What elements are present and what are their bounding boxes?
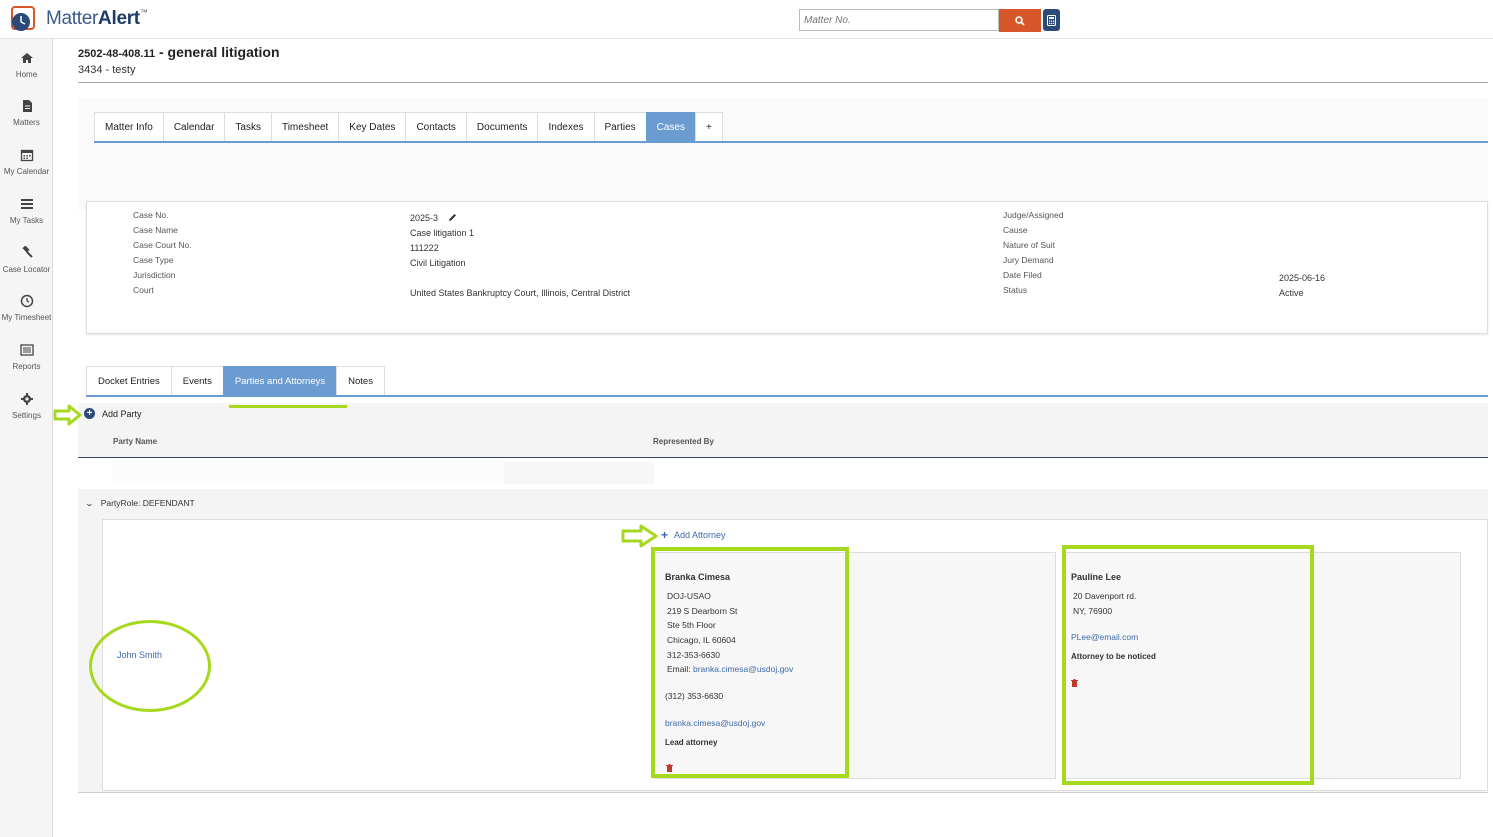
sidebar-item-my-timesheet[interactable]: My Timesheet xyxy=(0,294,53,322)
sidebar-item-label: Settings xyxy=(12,411,41,420)
logo-clock-icon xyxy=(11,6,35,31)
home-icon xyxy=(20,53,33,63)
tab-key-dates[interactable]: Key Dates xyxy=(338,112,406,142)
tab-events[interactable]: Events xyxy=(170,366,223,396)
tab-indexes[interactable]: Indexes xyxy=(537,112,594,142)
label-status: Status xyxy=(1003,285,1028,295)
column-header-party-name[interactable]: Party Name xyxy=(113,437,157,446)
sub-tabs-underline xyxy=(86,395,1488,397)
sidebar-item-label: Reports xyxy=(12,362,41,371)
sidebar-item-label: Matters xyxy=(13,118,40,127)
document-icon xyxy=(22,100,32,112)
tab-contacts[interactable]: Contacts xyxy=(405,112,466,142)
tab-tasks[interactable]: Tasks xyxy=(224,112,271,142)
matter-search-input[interactable] xyxy=(799,9,999,31)
label-jury-demand: Jury Demand xyxy=(1003,255,1054,265)
value-case-type: Civil Litigation xyxy=(410,258,466,268)
calendar-icon xyxy=(20,149,33,162)
value-case-name: Case litigation 1 xyxy=(410,228,475,238)
label-date-filed: Date Filed xyxy=(1003,270,1042,280)
matter-title: - general litigation xyxy=(155,44,280,60)
highlight-arrow-icon xyxy=(621,524,658,548)
chevron-down-icon: ⌄ xyxy=(84,498,95,508)
highlight-underline xyxy=(229,405,347,408)
add-party-button[interactable]: + Add Party xyxy=(84,408,142,419)
add-attorney-button[interactable]: + Add Attorney xyxy=(661,528,726,542)
top-bar: MatterAlert™ xyxy=(0,0,1493,39)
label-case-type: Case Type xyxy=(133,255,174,265)
label-nature-of-suit: Nature of Suit xyxy=(1003,240,1055,250)
value-case-court-no: 111222 xyxy=(410,243,439,253)
sidebar-item-label: My Timesheet xyxy=(1,313,52,322)
logo-text: MatterAlert™ xyxy=(46,8,148,29)
case-sub-tabs: Docket Entries Events Parties and Attorn… xyxy=(86,366,385,396)
tab-calendar[interactable]: Calendar xyxy=(162,112,225,142)
tab-matter-info[interactable]: Matter Info xyxy=(94,112,163,142)
value-case-no: 2025-3 xyxy=(410,213,439,223)
tab-cases[interactable]: Cases xyxy=(645,112,695,142)
tab-timesheet[interactable]: Timesheet xyxy=(270,112,339,142)
pencil-icon[interactable] xyxy=(448,213,457,222)
value-status: Active xyxy=(1279,288,1304,298)
table-row xyxy=(78,458,1488,489)
sidebar-item-my-calendar[interactable]: My Calendar xyxy=(0,148,53,176)
gavel-icon xyxy=(21,246,33,258)
sidebar-item-settings[interactable]: Settings xyxy=(0,392,53,420)
add-attorney-label: Add Attorney xyxy=(674,530,726,540)
calculator-icon xyxy=(1047,14,1056,26)
tasks-icon xyxy=(20,199,33,209)
tab-documents[interactable]: Documents xyxy=(465,112,538,142)
label-court: Court xyxy=(133,285,154,295)
label-case-no: Case No. xyxy=(133,210,169,220)
highlight-rectangle xyxy=(1062,545,1314,785)
column-header-represented-by[interactable]: Represented By xyxy=(653,437,714,446)
highlight-circle xyxy=(89,620,211,712)
matter-header: 2502-48-408.11 - general litigation 3434… xyxy=(78,44,280,76)
case-details-card: Case No. Case Name Case Court No. Case T… xyxy=(86,201,1488,334)
matter-subtitle: 3434 - testy xyxy=(78,64,136,76)
label-judge: Judge/Assigned xyxy=(1003,210,1064,220)
sidebar-item-label: My Calendar xyxy=(3,167,50,176)
label-cause: Cause xyxy=(1003,225,1028,235)
value-date-filed: 2025-06-16 xyxy=(1279,273,1326,283)
tab-parties[interactable]: Parties xyxy=(593,112,646,142)
sidebar: Home Matters My Calendar My Tasks Case L… xyxy=(0,39,53,837)
tab-parties-and-attorneys[interactable]: Parties and Attorneys xyxy=(222,366,337,396)
calculator-button[interactable] xyxy=(1043,9,1060,31)
tab-notes[interactable]: Notes xyxy=(336,366,385,396)
tab-add[interactable]: + xyxy=(695,112,723,142)
highlight-arrow-icon xyxy=(53,404,82,426)
add-party-label: Add Party xyxy=(102,408,142,419)
plus-icon: + xyxy=(661,528,669,542)
label-case-court-no: Case Court No. xyxy=(133,240,192,250)
label-jurisdiction: Jurisdiction xyxy=(133,270,176,280)
label-case-name: Case Name xyxy=(133,225,178,235)
party-role-group-toggle[interactable]: ⌄ PartyRole: DEFENDANT xyxy=(84,498,195,508)
gear-icon xyxy=(20,393,33,405)
sidebar-item-case-locator[interactable]: Case Locator xyxy=(0,246,53,274)
sidebar-item-my-tasks[interactable]: My Tasks xyxy=(0,197,53,225)
highlight-rectangle xyxy=(651,547,849,778)
party-role-label: PartyRole: DEFENDANT xyxy=(100,498,195,508)
sidebar-item-label: Case Locator xyxy=(2,265,51,274)
header-divider xyxy=(78,82,1488,83)
sidebar-item-label: Home xyxy=(15,70,38,79)
clock-icon xyxy=(20,294,33,308)
app-logo[interactable]: MatterAlert™ xyxy=(8,5,148,33)
search-button[interactable] xyxy=(999,9,1041,32)
sidebar-item-matters[interactable]: Matters xyxy=(0,99,53,127)
plus-circle-icon: + xyxy=(84,408,95,419)
matter-search xyxy=(799,9,1060,32)
sidebar-item-label: My Tasks xyxy=(9,216,44,225)
sidebar-item-reports[interactable]: Reports xyxy=(0,343,53,371)
search-icon xyxy=(1015,15,1025,26)
tab-docket-entries[interactable]: Docket Entries xyxy=(86,366,171,396)
tabs-underline xyxy=(94,141,1488,143)
matter-tabs: Matter Info Calendar Tasks Timesheet Key… xyxy=(94,112,723,142)
sidebar-item-home[interactable]: Home xyxy=(0,51,53,79)
value-court: United States Bankruptcy Court, Illinois… xyxy=(410,288,631,298)
matter-number: 2502-48-408.11 xyxy=(78,48,156,60)
list-icon xyxy=(19,344,34,356)
